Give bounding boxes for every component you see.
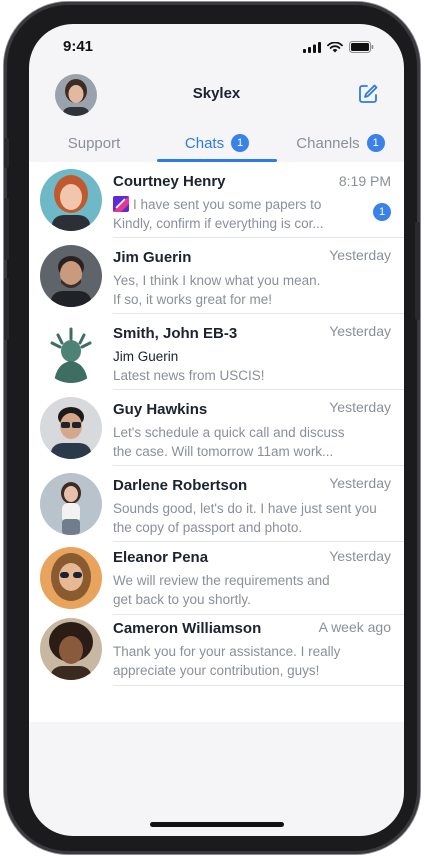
unread-badge: 1 <box>373 203 391 221</box>
avatar <box>40 473 102 535</box>
app-title: Skylex <box>192 85 241 102</box>
chat-time: Yesterday <box>329 247 391 263</box>
chat-preview-line1: Sounds good, let's do it. I have just se… <box>113 501 377 516</box>
chat-preview-line2: If so, it works great for me! <box>113 292 273 307</box>
chat-time: Yesterday <box>329 399 391 415</box>
attachment-thumbnail-icon <box>113 196 129 212</box>
chat-item-eleanor-pena[interactable]: Eleanor Pena Yesterday We will review th… <box>29 542 404 615</box>
chat-item-jim-guerin[interactable]: Jim Guerin Yesterday Yes, I think I know… <box>29 238 404 314</box>
tab-label: Support <box>67 134 121 152</box>
volume-up-button <box>4 198 9 260</box>
chat-name: Courtney Henry <box>113 173 226 190</box>
chat-item-smith-john[interactable]: Smith, John EB-3 Yesterday Jim Guerin La… <box>29 314 404 390</box>
avatar <box>40 321 102 383</box>
phone-frame: 9:41 Skylex Support Chats 1 Channels 1 C… <box>4 2 420 854</box>
chat-time: 8:19 PM <box>338 173 391 189</box>
chat-preview-line2: the copy of passport and photo. <box>113 520 303 535</box>
mute-switch <box>4 138 9 168</box>
tab-badge: 1 <box>366 134 385 152</box>
avatar <box>40 245 102 307</box>
chat-item-cameron-williamson[interactable]: Cameron Williamson A week ago Thank you … <box>29 615 404 686</box>
chat-item-courtney-henry[interactable]: Courtney Henry 8:19 PM I have sent you s… <box>29 162 404 238</box>
power-button <box>415 222 420 320</box>
battery-icon <box>349 41 374 53</box>
chat-preview-line2: get back to you shortly. <box>113 592 251 607</box>
screen: 9:41 Skylex Support Chats 1 Channels 1 C… <box>29 24 404 836</box>
chat-item-guy-hawkins[interactable]: Guy Hawkins Yesterday Let's schedule a q… <box>29 390 404 466</box>
avatar <box>40 169 102 231</box>
avatar <box>40 547 102 609</box>
status-icons <box>303 41 374 53</box>
tab-chats[interactable]: Chats 1 <box>157 124 277 162</box>
chat-preview-line2: Latest news from USCIS! <box>113 368 265 383</box>
wifi-icon <box>327 41 343 52</box>
tab-support[interactable]: Support <box>29 124 159 162</box>
chat-preview-line2: appreciate your contribution, guys! <box>113 663 320 678</box>
chat-preview-line1: Thank you for your assistance. I really <box>113 644 341 659</box>
status-time: 9:41 <box>63 38 94 55</box>
chat-preview-line1: Yes, I think I know what you mean. <box>113 273 321 288</box>
chat-preview-line2: the case. Will tomorrow 11am work... <box>113 444 334 459</box>
chat-preview-line1: Let's schedule a quick call and discuss <box>113 425 345 440</box>
chat-preview-line1: We will review the requirements and <box>113 573 330 588</box>
chat-sender: Jim Guerin <box>113 349 179 364</box>
chat-list: Courtney Henry 8:19 PM I have sent you s… <box>29 162 404 722</box>
tab-bar: Support Chats 1 Channels 1 <box>29 124 404 162</box>
avatar <box>40 397 102 459</box>
chat-preview-line2: Kindly, confirm if everything is cor... <box>113 216 324 231</box>
tab-label: Channels <box>296 134 360 152</box>
avatar <box>40 618 102 680</box>
chat-time: Yesterday <box>329 548 391 564</box>
cellular-signal-icon <box>303 41 321 53</box>
status-bar: 9:41 <box>29 24 404 68</box>
chat-name: Eleanor Pena <box>113 549 209 566</box>
chat-name: Cameron Williamson <box>113 620 262 637</box>
tab-channels[interactable]: Channels 1 <box>277 124 404 162</box>
tab-badge: 1 <box>231 134 250 152</box>
tab-label: Chats <box>184 134 225 152</box>
chat-item-darlene-robertson[interactable]: Darlene Robertson Yesterday Sounds good,… <box>29 466 404 542</box>
divider <box>113 685 404 686</box>
chat-time: Yesterday <box>329 475 391 491</box>
chat-preview-line1: I have sent you some papers to <box>133 197 322 212</box>
chat-time: Yesterday <box>329 323 391 339</box>
chat-name: Smith, John EB-3 <box>113 325 238 342</box>
home-indicator[interactable] <box>150 822 284 827</box>
header: Skylex <box>29 68 404 124</box>
compose-icon[interactable] <box>357 83 379 105</box>
chat-time: A week ago <box>318 619 391 635</box>
chat-preview: I have sent you some papers to <box>113 195 333 214</box>
chat-name: Guy Hawkins <box>113 401 208 418</box>
volume-down-button <box>4 278 9 340</box>
chat-name: Jim Guerin <box>113 249 192 266</box>
chat-name: Darlene Robertson <box>113 477 248 494</box>
